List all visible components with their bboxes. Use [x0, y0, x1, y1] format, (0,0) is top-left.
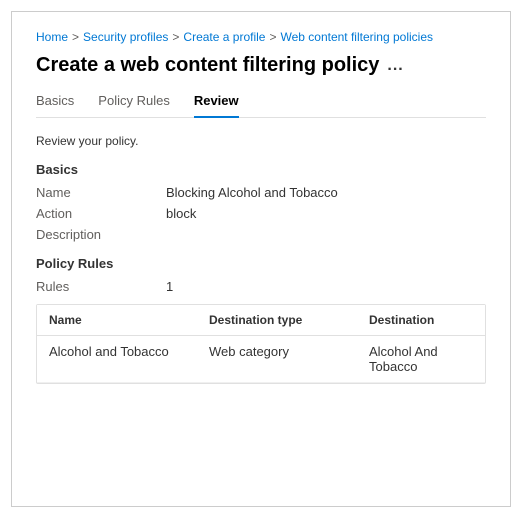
table-header-destination: Destination: [369, 313, 473, 327]
tab-basics[interactable]: Basics: [36, 93, 74, 118]
action-label: Action: [36, 206, 166, 221]
breadcrumb-sep2: >: [172, 30, 179, 44]
description-field-row: Description: [36, 227, 486, 242]
tab-policy-rules[interactable]: Policy Rules: [98, 93, 170, 118]
page-title-row: Create a web content filtering policy ..…: [36, 54, 486, 77]
rules-label: Rules: [36, 279, 166, 294]
name-field-row: Name Blocking Alcohol and Tobacco: [36, 185, 486, 200]
page-title: Create a web content filtering policy: [36, 54, 379, 77]
main-card: Home > Security profiles > Create a prof…: [11, 11, 511, 507]
rules-value: 1: [166, 279, 173, 294]
tabs-container: Basics Policy Rules Review: [36, 93, 486, 118]
breadcrumb-sep1: >: [72, 30, 79, 44]
action-value: block: [166, 206, 196, 221]
breadcrumb-create-profile[interactable]: Create a profile: [183, 30, 265, 44]
row-destination-type: Web category: [209, 344, 369, 374]
breadcrumb-sep3: >: [269, 30, 276, 44]
ellipsis-button[interactable]: ...: [387, 57, 403, 75]
row-name: Alcohol and Tobacco: [49, 344, 209, 374]
basics-section-title: Basics: [36, 162, 486, 177]
table-row: Alcohol and Tobacco Web category Alcohol…: [37, 336, 485, 383]
table-header-destination-type: Destination type: [209, 313, 369, 327]
rules-table: Name Destination type Destination Alcoho…: [36, 304, 486, 384]
breadcrumb-security-profiles[interactable]: Security profiles: [83, 30, 168, 44]
name-value: Blocking Alcohol and Tobacco: [166, 185, 338, 200]
rules-field-row: Rules 1: [36, 279, 486, 294]
tab-review[interactable]: Review: [194, 93, 239, 118]
row-destination: Alcohol And Tobacco: [369, 344, 473, 374]
review-label: Review your policy.: [36, 134, 486, 148]
table-header: Name Destination type Destination: [37, 305, 485, 336]
name-label: Name: [36, 185, 166, 200]
breadcrumb: Home > Security profiles > Create a prof…: [36, 30, 486, 44]
breadcrumb-home[interactable]: Home: [36, 30, 68, 44]
action-field-row: Action block: [36, 206, 486, 221]
description-label: Description: [36, 227, 166, 242]
table-header-name: Name: [49, 313, 209, 327]
breadcrumb-current[interactable]: Web content filtering policies: [280, 30, 433, 44]
policy-rules-section-title: Policy Rules: [36, 256, 486, 271]
